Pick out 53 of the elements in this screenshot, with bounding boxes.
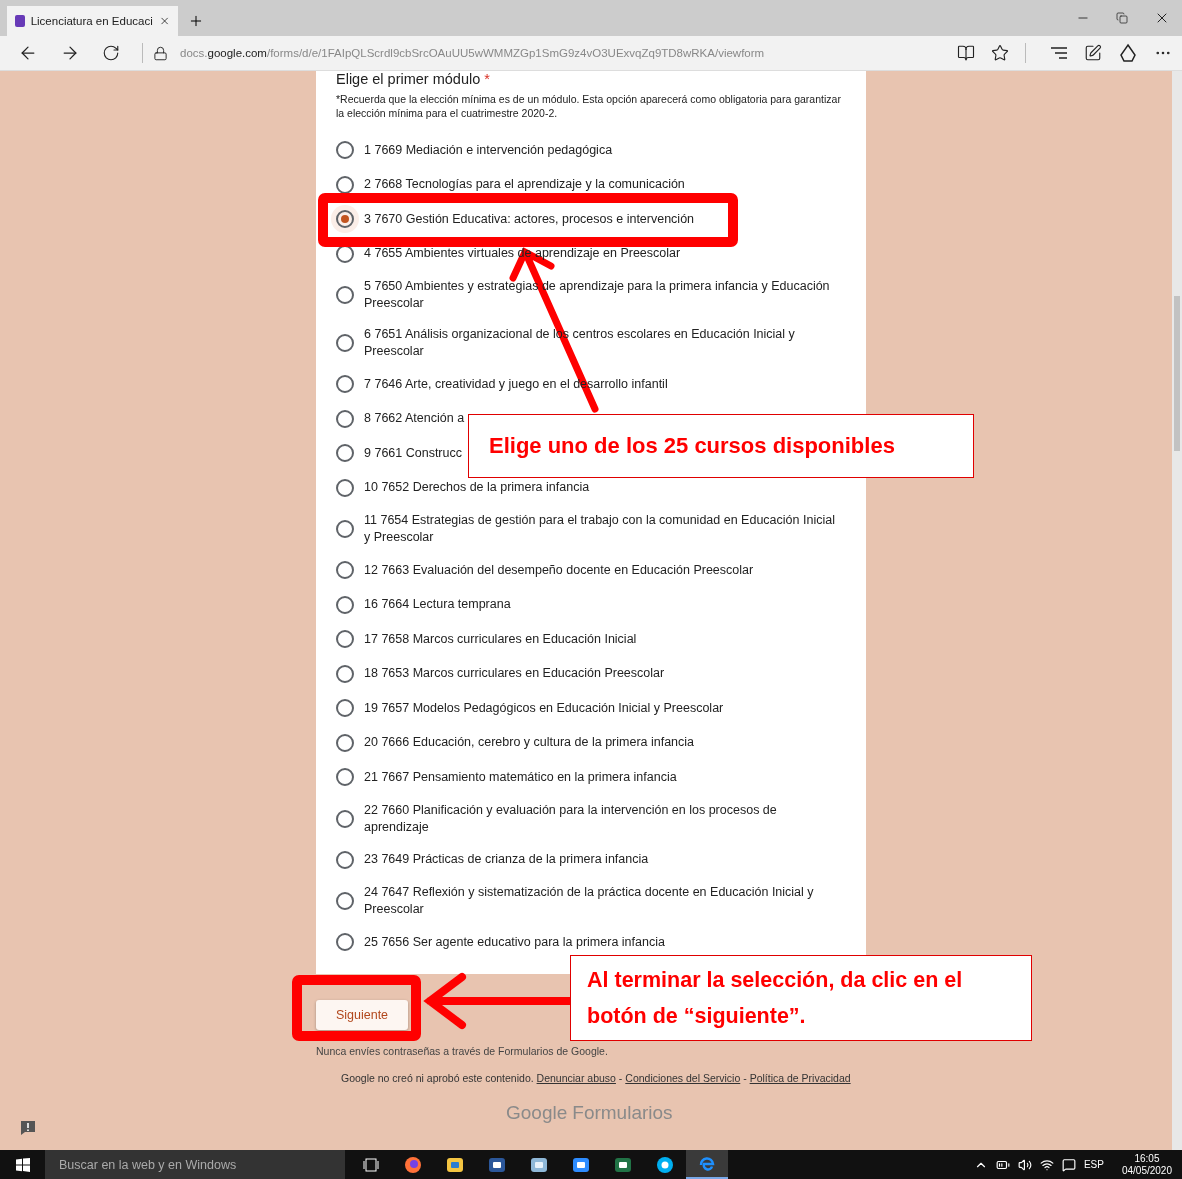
option-label: 25 7656 Ser agente educativo para la primera infancia (364, 933, 665, 951)
restore-icon[interactable] (1116, 12, 1128, 24)
lock-icon (153, 45, 168, 61)
forms-logo: Google Formularios (506, 1101, 673, 1124)
option-label: 9 7661 Construcc (364, 444, 462, 462)
reading-view-icon[interactable] (957, 44, 975, 62)
option-label: 19 7657 Modelos Pedagógicos en Educación Inicial y Preescolar (364, 699, 724, 717)
tab-title: Licenciatura en Educaci (30, 15, 153, 27)
question-title: Elige el primer módulo * (336, 71, 491, 87)
password-warning: Nunca envíes contraseñas a través de Formularios de Google. (316, 1044, 609, 1057)
option-label: 21 7667 Pensamiento matemático en la primera infancia (364, 768, 677, 786)
clock[interactable]: 16:05 04/05/2020 (1121, 1152, 1172, 1177)
taskbar-search-field[interactable]: Buscar en la web y en Windows (45, 1150, 345, 1179)
option-label: 16 7664 Lectura temprana (364, 596, 511, 614)
footer-notice: Google no creó ni aprobó este contenido. Denunciar abuso - Condiciones del Servicio - Política de Privacidad (341, 1071, 852, 1084)
radio-button[interactable] (331, 205, 359, 234)
wifi-icon[interactable] (1039, 1157, 1054, 1172)
start-icon[interactable] (15, 1157, 30, 1172)
option-label: 18 7653 Marcos curriculares en Educación Preescolar (364, 665, 665, 683)
option-label: 2 7668 Tecnologías para el aprendizaje y la comunicación (364, 176, 685, 194)
option-label: 24 7647 Reflexión y sistematización de la práctica docente en Educación Inicial y Preescolar (364, 884, 815, 918)
new-tab-icon[interactable] (188, 13, 204, 29)
option-label: 17 7658 Marcos curriculares en Educación Inicial (364, 630, 637, 648)
option-label: 8 7662 Atención a (364, 410, 465, 428)
question-description: *Recuerda que la elección mínima es de un módulo. Esta opción aparecerá como obligatoria para garantizar la elección mínima para el cuatrimestre 2020-2. (336, 92, 842, 120)
browser-icon[interactable] (686, 1150, 728, 1179)
notifications-icon[interactable] (1061, 1157, 1076, 1172)
callout-text: Elige uno de los 25 cursos disponibles (468, 414, 974, 478)
option-label: 22 7660 Planificación y evaluación para la intervención en los procesos de aprendizaje (364, 801, 778, 836)
footer-link[interactable]: Denunciar abuso (536, 1071, 616, 1084)
language-indicator[interactable]: ESP (1083, 1159, 1104, 1170)
refresh-icon[interactable] (102, 44, 120, 62)
footer-link[interactable]: Política de Privacidad (749, 1071, 851, 1084)
browser-tab[interactable]: Licenciatura en Educaci (7, 6, 178, 36)
note-icon[interactable] (1084, 44, 1102, 62)
address-field[interactable]: docs.google.com/forms/d/e/1FAIpQLScrdl9cbSrcOAuUU5wWMMZGp1SmG9z4vO3UExvqZq9TD8wRKA/viewform (180, 47, 765, 59)
scrollbar-thumb[interactable] (1174, 296, 1180, 451)
share-icon[interactable] (1118, 43, 1138, 63)
favorite-star-icon[interactable] (991, 44, 1009, 62)
hub-icon[interactable] (1050, 46, 1068, 60)
next-button[interactable]: Siguiente (316, 999, 408, 1030)
volume-icon[interactable] (1017, 1157, 1032, 1172)
option-label: 11 7654 Estrategias de gestión para el trabajo con la comunidad en Educación Inicial y Preescolar (364, 512, 836, 546)
forms-icon (15, 15, 25, 27)
option-label: 23 7649 Prácticas de crianza de la primera infancia (364, 851, 649, 869)
callout-text: Al terminar la selección, da clic en el botón de “siguiente”. (570, 955, 1032, 1041)
option-label: 3 7670 Gestión Educativa: actores, procesos e intervención (364, 210, 695, 228)
option-label: 1 7669 Mediación e intervención pedagógica (364, 141, 613, 159)
feedback-icon[interactable] (19, 1119, 37, 1137)
option-label: 12 7663 Evaluación del desempeño docente en Educación Preescolar (364, 561, 754, 579)
option-label: 10 7652 Derechos de la primera infancia (364, 479, 590, 497)
option-label: 20 7666 Educación, cerebro y cultura de la primera infancia (364, 734, 695, 752)
footer-link[interactable]: Condiciones del Servicio (625, 1071, 741, 1084)
